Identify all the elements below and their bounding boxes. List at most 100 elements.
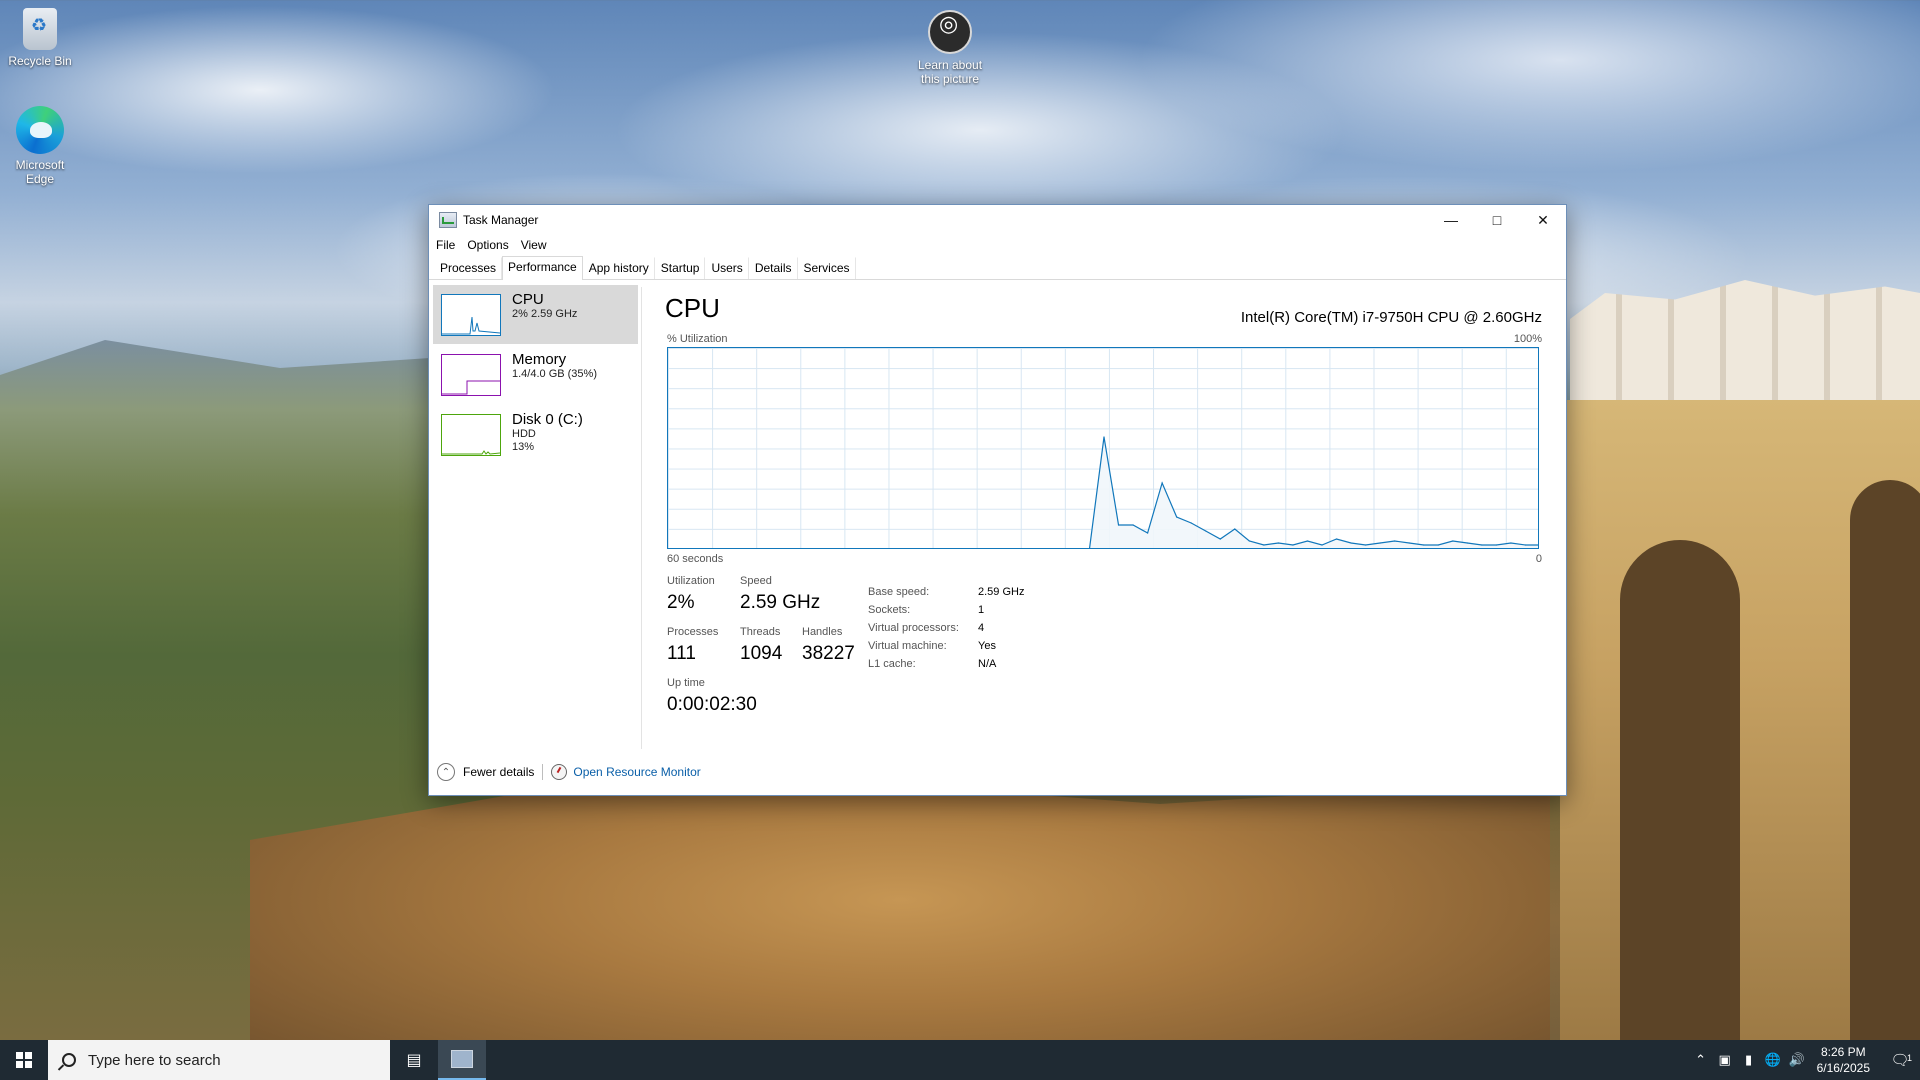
property-row: Virtual processors: 4 [868,619,1024,637]
fewer-details-button[interactable]: Fewer details [463,765,534,779]
taskbar-search-box[interactable]: Type here to search [48,1040,390,1080]
windows-logo-icon [16,1052,32,1068]
cpu-data-point [1074,548,1075,549]
property-key: Sockets: [868,604,911,616]
max-axis-label: 100% [1513,333,1542,345]
property-value: N/A [978,658,997,670]
window-title: Task Manager [463,213,539,227]
tab-users[interactable]: Users [705,257,749,279]
cpu-data-point [958,548,959,549]
task-view-button[interactable]: ▤ [390,1040,438,1080]
microsoft-edge-shortcut[interactable]: Microsoft Edge [0,106,80,186]
sidebar-memory-usage: 1.4/4.0 GB (35%) [512,368,597,380]
close-button[interactable]: ✕ [1520,205,1566,235]
cpu-data-point [784,548,785,549]
cpu-data-point [1190,522,1192,524]
menu-view[interactable]: View [521,238,555,252]
utilization-value: 2% [667,592,695,613]
tab-details[interactable]: Details [749,257,798,279]
cpu-data-point [1161,482,1163,484]
cpu-data-point [668,548,669,549]
tab-performance[interactable]: Performance [502,256,583,280]
cpu-data-point [1045,548,1046,549]
learn-about-picture-label: Learn about this picture [917,58,983,86]
volume-icon[interactable]: 🔊 [1785,1052,1809,1068]
resource-sidebar: CPU 2% 2.59 GHz Memory 1.4/4.0 GB (35%) [433,285,638,749]
footer-separator [542,764,544,780]
stat-uptime: Up time 0:00:02:30 [667,677,757,717]
cpu-data-point [885,548,886,549]
start-button[interactable] [0,1040,48,1080]
cpu-data-point [1481,544,1483,546]
cpu-data-point [1132,524,1134,526]
window-footer: ⌃ Fewer details Open Resource Monitor [429,749,1566,795]
recycle-bin-shortcut[interactable]: Recycle Bin [0,8,80,68]
network-icon[interactable]: 🌐 [1761,1052,1785,1068]
cpu-data-point [944,548,945,549]
sidebar-item-cpu[interactable]: CPU 2% 2.59 GHz [433,285,638,344]
action-center-button[interactable]: 🗨 1 [1880,1051,1920,1069]
taskbar-task-manager[interactable] [438,1040,486,1080]
cpu-data-point [1437,544,1439,546]
chevron-up-icon[interactable]: ⌃ [437,763,455,781]
property-value: Yes [978,640,996,652]
chevron-up-tray-icon[interactable]: ⌃ [1689,1052,1713,1068]
menu-bar: File Options View [429,235,1566,255]
tab-startup[interactable]: Startup [655,257,706,279]
cpu-data-point [1452,540,1454,542]
maximize-button[interactable]: □ [1474,205,1520,235]
property-row: Base speed: 2.59 GHz [868,583,1024,601]
sidebar-item-disk[interactable]: Disk 0 (C:) HDD 13% [433,405,638,464]
stat-utilization: Utilization 2% [667,575,715,615]
cpu-data-point [914,548,915,549]
tab-strip: Processes Performance App history Startu… [429,255,1566,280]
cpu-data-point [1016,548,1017,549]
cpu-utilization-graph [667,347,1539,549]
cpu-data-point [1379,542,1381,544]
cpu-data-point [711,548,712,549]
microsoft-edge-label: Microsoft Edge [15,158,65,186]
cpu-data-point [1002,548,1003,549]
cpu-area-fill [1089,437,1538,548]
speed-value: 2.59 GHz [740,592,821,613]
cpu-thumbnail-graph [441,294,501,336]
time-axis-label: 60 seconds [667,553,724,565]
property-row: Sockets: 1 [868,601,1024,619]
cpu-data-point [1219,538,1221,540]
tab-services[interactable]: Services [798,257,856,279]
edge-icon [16,106,64,154]
open-resource-monitor-link[interactable]: Open Resource Monitor [573,765,700,779]
meet-now-icon[interactable]: ▣ [1713,1052,1737,1068]
menu-file[interactable]: File [436,238,463,252]
task-view-icon: ▤ [406,1052,422,1069]
stat-threads: Threads 1094 [740,626,782,666]
taskbar-clock[interactable]: 8:26 PM 6/16/2025 [1817,1044,1870,1076]
property-value: 4 [978,622,985,634]
cpu-data-point [1350,542,1352,544]
cpu-data-point [1423,544,1425,546]
uptime-value: 0:00:02:30 [667,694,757,715]
property-row: Virtual machine: Yes [868,637,1024,655]
cpu-data-point [1408,542,1410,544]
tab-processes[interactable]: Processes [434,257,503,279]
stat-processes: Processes 111 [667,626,718,666]
sidebar-item-memory[interactable]: Memory 1.4/4.0 GB (35%) [433,345,638,404]
close-icon: ✕ [1537,211,1549,228]
title-bar[interactable]: Task Manager — □ ✕ [429,205,1566,235]
cpu-properties: Base speed: 2.59 GHz Sockets: 1 Virtual pr… [868,583,1024,673]
sidebar-disk-type: HDD [512,428,536,440]
task-manager-window: Task Manager — □ ✕ File Options View Pro… [428,204,1567,796]
cpu-data-point [769,548,770,549]
cpu-data-point [682,548,683,549]
cpu-data-point [856,548,857,549]
disk-thumbnail-graph [441,414,501,456]
battery-icon[interactable]: ▮ [1737,1052,1761,1068]
learn-about-picture-shortcut[interactable]: Learn about this picture [910,10,990,86]
minimize-button[interactable]: — [1428,205,1474,235]
cpu-data-point [1321,544,1323,546]
tab-app-history[interactable]: App history [583,257,655,279]
cpu-data-point [696,548,697,549]
cpu-data-point [1248,540,1250,542]
menu-options[interactable]: Options [467,238,516,252]
sidebar-disk-usage: 13% [512,441,535,453]
